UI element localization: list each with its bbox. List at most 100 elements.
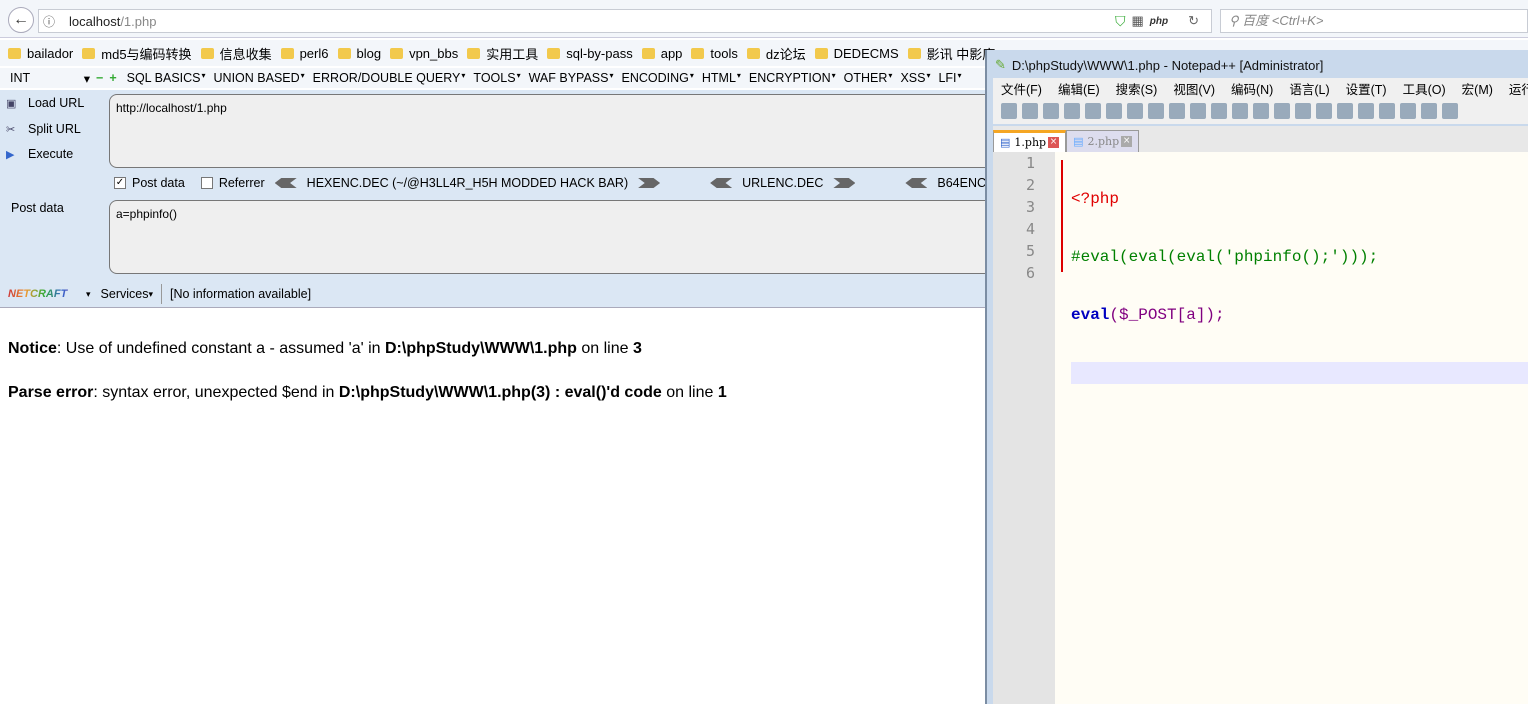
notepad-menu-item[interactable]: 工具(O): [1403, 79, 1446, 98]
bookmark-item[interactable]: DEDECMS: [814, 46, 899, 61]
encode-arrow-left[interactable]: [274, 178, 297, 188]
bookmark-item[interactable]: perl6: [280, 46, 329, 61]
notepad-menu-item[interactable]: 运行(R): [1509, 79, 1528, 98]
bookmark-label: bailador: [27, 45, 74, 61]
url-textarea[interactable]: http://localhost/1.php: [109, 94, 989, 168]
toolbar-button-icon[interactable]: [1232, 103, 1248, 119]
encode-arrow-right[interactable]: [638, 178, 661, 188]
notepad-menubar: 文件(F) 编辑(E) 搜索(S) 视图(V) 编码(N) 语言(L) 设置(T) 工具(O)…: [993, 78, 1528, 98]
shield-icon[interactable]: ⛉: [1115, 13, 1126, 30]
hackbar-menu-item[interactable]: UNION BASED: [214, 71, 300, 85]
line-number: 2: [1025, 176, 1035, 194]
qr-icon[interactable]: ▦: [1131, 13, 1143, 29]
bookmark-item[interactable]: 信息收集: [200, 44, 272, 63]
toolbar-button-icon[interactable]: [1127, 103, 1143, 119]
post-data-checkbox[interactable]: ✓: [114, 177, 126, 189]
notepad-icon: ✎: [995, 57, 1006, 72]
execute-button[interactable]: ▶ Execute: [6, 147, 104, 161]
toolbar-button-icon[interactable]: [1379, 103, 1395, 119]
toolbar-button-icon[interactable]: [1400, 103, 1416, 119]
folder-icon: [337, 47, 351, 59]
bookmark-item[interactable]: vpn_bbs: [390, 46, 458, 61]
close-icon[interactable]: ×: [1048, 137, 1060, 148]
notepad-menu-item[interactable]: 宏(M): [1462, 79, 1493, 98]
notepad-menu-item[interactable]: 搜索(S): [1116, 79, 1158, 98]
toolbar-button-icon[interactable]: [1022, 103, 1038, 119]
bookmark-item[interactable]: md5与编码转换: [82, 44, 192, 63]
toolbar-button-icon[interactable]: [1169, 103, 1185, 119]
hackbar-menu-item[interactable]: ENCODING: [621, 71, 688, 85]
select-value: INT: [10, 70, 31, 85]
notepad-menu-item[interactable]: 设置(T): [1346, 79, 1387, 98]
hackbar-menu-item[interactable]: XSS: [900, 71, 925, 85]
toolbar-button-icon[interactable]: [1064, 103, 1080, 119]
toolbar-button-icon[interactable]: [1085, 103, 1101, 119]
hackbar-menu-item[interactable]: SQL BASICS: [127, 71, 201, 85]
search-input[interactable]: ⚲ 百度 <Ctrl+K>: [1220, 9, 1528, 33]
toolbar-button-icon[interactable]: [1043, 103, 1059, 119]
toolbar-button-icon[interactable]: [1316, 103, 1332, 119]
close-icon[interactable]: ×: [1121, 136, 1133, 147]
post-data-textarea[interactable]: a=phpinfo(): [109, 200, 989, 274]
toolbar-button-icon[interactable]: [1274, 103, 1290, 119]
load-url-button[interactable]: ▣ Load URL: [6, 96, 104, 110]
bookmark-item[interactable]: dz论坛: [746, 44, 806, 63]
toolbar-button-icon[interactable]: [1211, 103, 1227, 119]
toolbar-button-icon[interactable]: [1001, 103, 1017, 119]
tab-1-php[interactable]: ▤ 1.php ×: [993, 130, 1067, 152]
hackbar-panel: ▣ Load URL ✂ Split URL ▶ Execute http://loc…: [0, 90, 989, 308]
fold-marker[interactable]: [1061, 160, 1063, 272]
bookmark-item[interactable]: sql-by-pass: [547, 46, 633, 61]
hackbar-menu-item[interactable]: WAF BYPASS: [529, 71, 609, 85]
minus-icon[interactable]: −: [96, 71, 103, 85]
referrer-checkbox[interactable]: [200, 177, 213, 189]
hackbar-menu-item[interactable]: ENCRYPTION: [749, 71, 831, 85]
split-url-button[interactable]: ✂ Split URL: [6, 122, 104, 136]
toolbar-button-icon[interactable]: [1106, 103, 1122, 119]
hackbar-menu-item[interactable]: TOOLS: [473, 71, 515, 85]
back-button[interactable]: ←: [8, 7, 34, 33]
bookmark-item[interactable]: app: [641, 46, 682, 61]
notice-label: Notice: [8, 340, 57, 357]
toolbar-button-icon[interactable]: [1442, 103, 1458, 119]
hackbar-menu-item[interactable]: HTML: [702, 71, 736, 85]
code-editor[interactable]: 1 2 3 4 5 6 <?php #eval(eval(eval('phpinfo();…: [993, 152, 1528, 704]
encode-arrow-left[interactable]: [710, 178, 733, 188]
notepad-menu-item[interactable]: 编码(N): [1231, 79, 1273, 98]
notepad-menu-item[interactable]: 视图(V): [1173, 79, 1215, 98]
bookmark-item[interactable]: 影讯 中影库: [907, 44, 995, 63]
bookmark-item[interactable]: blog: [337, 46, 381, 61]
hackbar-menu-item[interactable]: ERROR/DOUBLE QUERY: [313, 71, 461, 85]
toolbar-button-icon[interactable]: [1148, 103, 1164, 119]
notepad-menu-item[interactable]: 文件(F): [1001, 79, 1042, 98]
services-menu[interactable]: Services: [101, 287, 149, 301]
reload-icon[interactable]: ↻: [1188, 13, 1199, 29]
encode-arrow-right[interactable]: [833, 178, 856, 188]
bookmark-item[interactable]: 实用工具: [467, 44, 538, 63]
hackbar-menu-item[interactable]: LFI: [938, 71, 956, 85]
php-badge[interactable]: php: [1150, 16, 1168, 27]
execute-label: Execute: [28, 147, 74, 161]
bookmark-item[interactable]: tools: [691, 46, 738, 61]
netcraft-logo[interactable]: NETCRAFT: [8, 288, 80, 300]
toolbar-button-icon[interactable]: [1295, 103, 1311, 119]
toolbar-button-icon[interactable]: [1421, 103, 1437, 119]
toolbar-button-icon[interactable]: [1358, 103, 1374, 119]
encode-arrow-left[interactable]: [905, 178, 928, 188]
netcraft-dropdown-icon[interactable]: ▾: [86, 289, 91, 300]
toolbar-button-icon[interactable]: [1337, 103, 1353, 119]
folder-icon: [467, 47, 481, 59]
notepad-menu-item[interactable]: 编辑(E): [1058, 79, 1100, 98]
toolbar-button-icon[interactable]: [1253, 103, 1269, 119]
bookmark-item[interactable]: bailador: [8, 46, 73, 61]
tab-2-php[interactable]: ▤ 2.php ×: [1066, 130, 1140, 152]
hackbar-menu-item[interactable]: OTHER: [844, 71, 888, 85]
toolbar-button-icon[interactable]: [1190, 103, 1206, 119]
plus-icon[interactable]: +: [109, 71, 116, 85]
notepad-menu-item[interactable]: 语言(L): [1289, 79, 1329, 98]
type-select[interactable]: INT ▾: [0, 71, 96, 86]
url-bar[interactable]: ⓘ localhost/1.php ⛉ ▦ php ↻: [38, 9, 1212, 33]
code-area[interactable]: <?php #eval(eval(eval('phpinfo();'))); e…: [1071, 152, 1528, 536]
line-number: 5: [1025, 242, 1035, 260]
info-icon[interactable]: ⓘ: [39, 13, 59, 30]
